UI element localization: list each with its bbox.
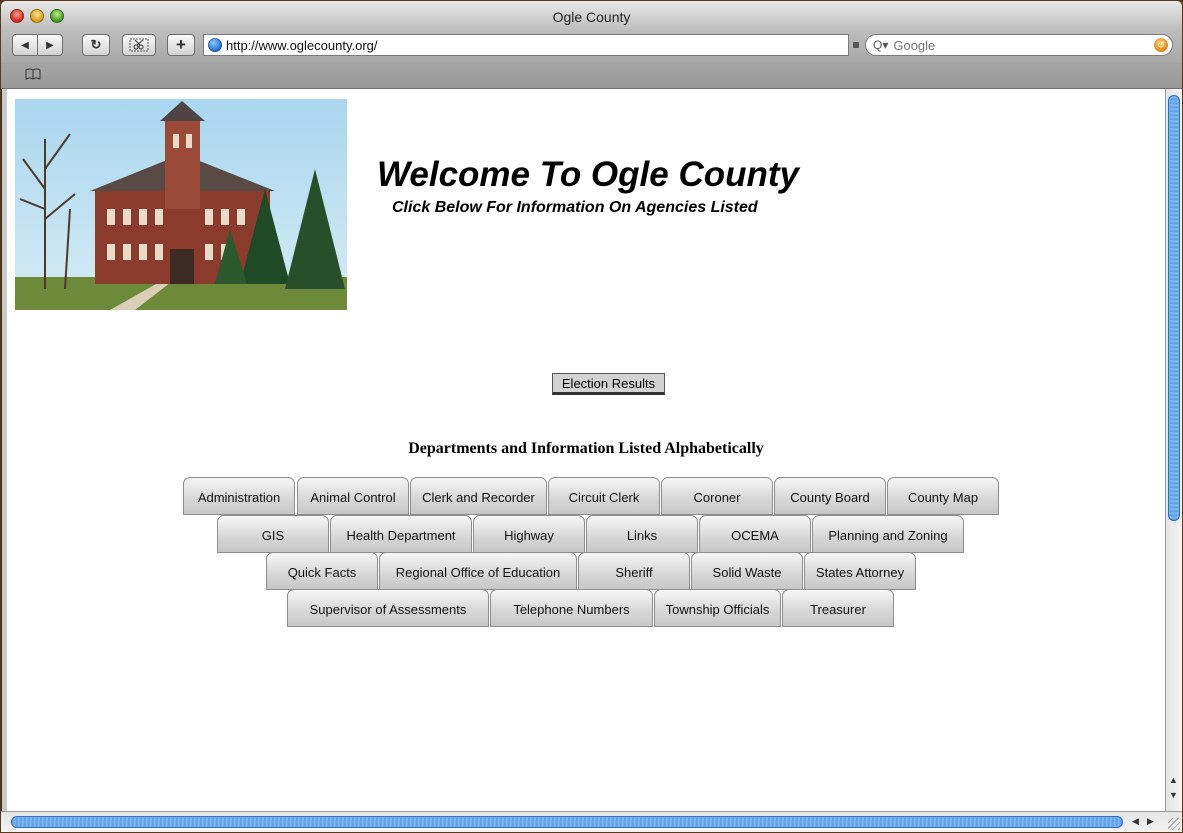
tab-county-map[interactable]: County Map [887,477,999,515]
reload-icon: ↻ [90,37,102,52]
back-button[interactable]: ◀ [12,34,38,56]
snapback-icon[interactable]: ↺ [1154,38,1168,52]
add-bookmark-button[interactable]: + [167,34,195,56]
plus-icon: + [176,35,186,54]
tab-regional-office-of-education[interactable]: Regional Office of Education [379,552,577,590]
forward-arrow-icon: ▶ [46,39,54,51]
tab-quick-facts[interactable]: Quick Facts [266,552,378,590]
address-bar[interactable] [203,34,849,56]
search-input[interactable] [891,36,1126,54]
welcome-title: Welcome To Ogle County [377,155,799,194]
web-clip-button[interactable] [122,34,156,56]
scroll-up-icon[interactable]: ▲ [1169,775,1178,785]
tab-telephone-numbers[interactable]: Telephone Numbers [490,589,653,627]
tab-circuit-clerk[interactable]: Circuit Clerk [548,477,660,515]
tab-links[interactable]: Links [586,515,698,553]
scroll-down-icon[interactable]: ▼ [1169,790,1178,800]
bookmarks-book-icon[interactable] [25,67,41,83]
tab-highway[interactable]: Highway [473,515,585,553]
page-content: Welcome To Ogle County Click Below For I… [7,89,1165,811]
tab-clerk-and-recorder[interactable]: Clerk and Recorder [410,477,547,515]
vertical-scroll-thumb[interactable] [1168,95,1180,521]
tab-township-officials[interactable]: Township Officials [654,589,781,627]
tab-health-department[interactable]: Health Department [330,515,472,553]
tab-county-board[interactable]: County Board [774,477,886,515]
courthouse-photo [15,99,347,310]
tab-treasurer[interactable]: Treasurer [782,589,894,627]
tab-gis[interactable]: GIS [217,515,329,553]
tab-sheriff[interactable]: Sheriff [578,552,690,590]
search-field[interactable]: Q▾ ↺ [865,34,1173,56]
scroll-left-icon[interactable]: ◀ [1132,816,1139,827]
reload-button[interactable]: ↻ [82,34,110,56]
tab-ocema[interactable]: OCEMA [699,515,811,553]
tab-planning-and-zoning[interactable]: Planning and Zoning [812,515,964,553]
scroll-right-icon[interactable]: ▶ [1147,816,1154,827]
title-bar: Ogle County [1,1,1182,31]
address-input[interactable] [226,37,826,53]
browser-toolbar: ◀ ▶ ↻ + Q▾ ↺ [1,31,1182,63]
bookmarks-bar [1,63,1182,89]
browser-window: Ogle County ◀ ▶ ↻ + http://www.oglecount… [1,1,1182,832]
departments-heading: Departments and Information Listed Alpha… [408,440,764,457]
tab-coroner[interactable]: Coroner [661,477,773,515]
horizontal-scrollbar[interactable]: ◀ ▶ [1,811,1182,832]
tab-animal-control[interactable]: Animal Control [297,477,409,515]
globe-icon [208,38,222,52]
welcome-subtitle: Click Below For Information On Agencies … [392,199,758,216]
election-results-button[interactable]: Election Results [552,373,665,395]
resize-grip-icon[interactable] [1168,818,1180,830]
rss-indicator-icon [853,42,859,48]
scissors-icon [129,38,149,52]
vertical-scrollbar[interactable]: ▲ ▼ [1165,89,1182,811]
tab-supervisor-of-assessments[interactable]: Supervisor of Assessments [287,589,489,627]
forward-button[interactable]: ▶ [37,34,63,56]
window-title: Ogle County [552,9,631,25]
back-arrow-icon: ◀ [21,39,29,51]
tab-solid-waste[interactable]: Solid Waste [691,552,803,590]
tab-states-attorney[interactable]: States Attorney [804,552,916,590]
search-icon[interactable]: Q▾ [873,38,888,52]
horizontal-scroll-thumb[interactable] [11,816,1123,828]
tab-administration[interactable]: Administration [183,477,295,515]
